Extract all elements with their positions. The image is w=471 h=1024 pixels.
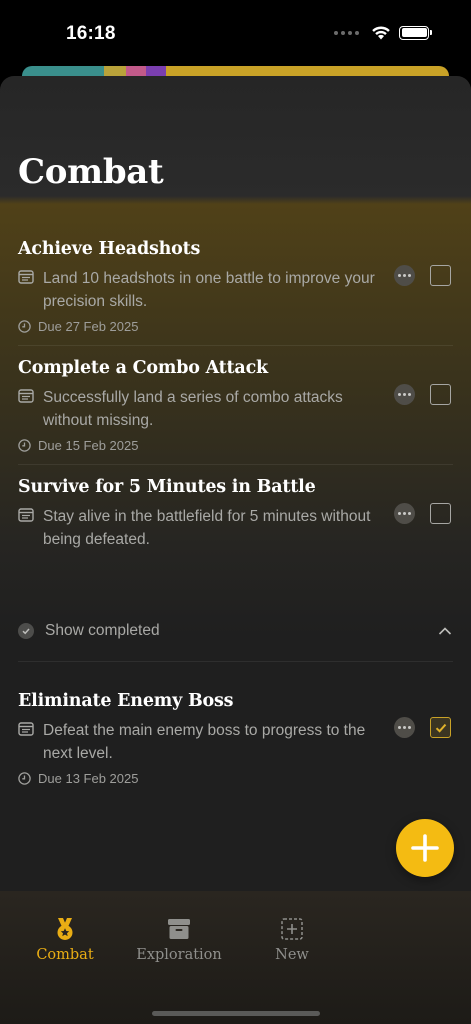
tab-combat[interactable]: Combat — [10, 917, 120, 963]
status-bar: 16:18 — [0, 0, 471, 66]
tab-label: Combat — [36, 947, 94, 963]
task-title: Complete a Combo Attack — [18, 358, 268, 378]
divider — [18, 345, 453, 346]
more-options-button[interactable] — [394, 384, 415, 405]
tab-bar: Combat Exploration New — [0, 891, 471, 1024]
clock-icon — [18, 772, 31, 785]
task-row[interactable]: Achieve Headshots Land 10 headshots in o… — [18, 239, 453, 334]
due-date: Due 13 Feb 2025 — [38, 771, 139, 786]
task-row[interactable]: Complete a Combo Attack Successfully lan… — [18, 358, 453, 453]
more-options-button[interactable] — [394, 717, 415, 738]
task-title: Eliminate Enemy Boss — [18, 691, 234, 711]
note-icon — [18, 389, 34, 403]
note-icon — [18, 722, 34, 736]
task-description: Land 10 headshots in one battle to impro… — [43, 270, 375, 310]
show-completed-label: Show completed — [45, 622, 160, 639]
page-title: Combat — [18, 152, 164, 192]
tab-label: New — [275, 947, 309, 963]
task-title: Survive for 5 Minutes in Battle — [18, 477, 316, 497]
dashed-plus-square-icon — [281, 918, 303, 940]
task-row[interactable]: Survive for 5 Minutes in Battle Stay ali… — [18, 477, 453, 551]
due-date: Due 27 Feb 2025 — [38, 319, 139, 334]
task-description: Successfully land a series of combo atta… — [43, 389, 343, 429]
tab-label: Exploration — [136, 947, 222, 963]
battery-icon — [399, 25, 432, 40]
cellular-signal-icon — [334, 30, 359, 35]
due-date: Due 15 Feb 2025 — [38, 438, 139, 453]
task-checkbox[interactable] — [430, 265, 451, 286]
chevron-up-icon — [438, 627, 452, 635]
task-checkbox[interactable] — [430, 503, 451, 524]
completed-task-row[interactable]: Eliminate Enemy Boss Defeat the main ene… — [18, 691, 453, 786]
checkmark-circle-icon — [18, 623, 34, 639]
note-icon — [18, 270, 34, 284]
status-icons — [334, 25, 432, 40]
tab-new[interactable]: New — [237, 917, 347, 963]
more-options-button[interactable] — [394, 265, 415, 286]
checkmark-icon — [435, 723, 446, 733]
tab-exploration[interactable]: Exploration — [124, 917, 234, 963]
clock-icon — [18, 320, 31, 333]
wifi-icon — [372, 26, 390, 40]
home-indicator — [152, 1011, 320, 1016]
add-task-button[interactable] — [396, 819, 454, 877]
divider — [18, 661, 453, 662]
note-icon — [18, 508, 34, 522]
task-description: Stay alive in the battlefield for 5 minu… — [43, 508, 371, 548]
task-title: Achieve Headshots — [18, 239, 201, 259]
task-checkbox[interactable] — [430, 384, 451, 405]
task-description: Defeat the main enemy boss to progress t… — [43, 722, 366, 762]
plus-icon — [411, 834, 439, 862]
medal-icon — [57, 918, 73, 940]
archive-box-icon — [168, 919, 190, 939]
more-options-button[interactable] — [394, 503, 415, 524]
list-sheet: Combat Achieve Headshots Land 10 headsho… — [0, 76, 471, 1024]
status-time: 16:18 — [66, 23, 116, 44]
task-checkbox-checked[interactable] — [430, 717, 451, 738]
clock-icon — [18, 439, 31, 452]
divider — [18, 464, 453, 465]
show-completed-toggle[interactable]: Show completed — [18, 619, 453, 643]
